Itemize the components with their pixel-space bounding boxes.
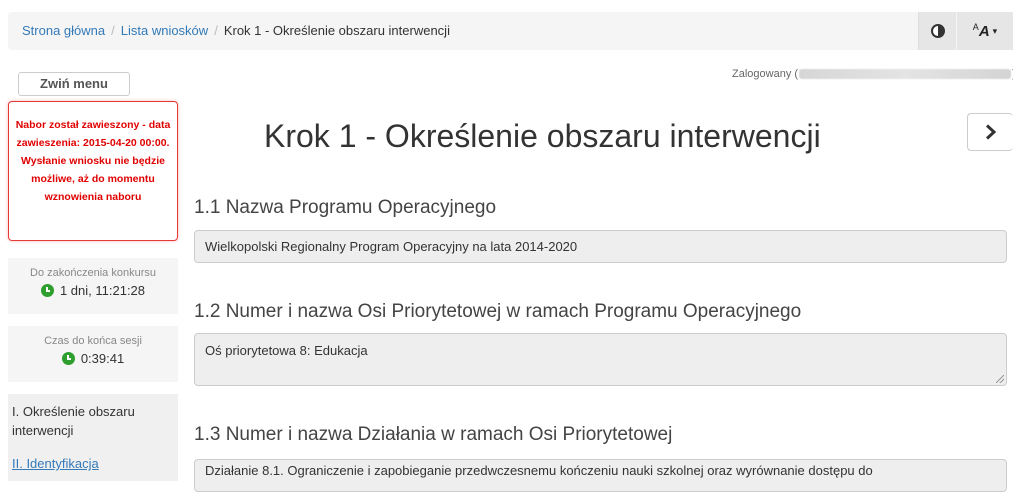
program-name-field: Wielkopolski Regionalny Program Operacyj… [194, 230, 1007, 263]
priority-axis-field: Oś priorytetowa 8: Edukacja [194, 333, 1007, 386]
blurred-email [799, 69, 1012, 80]
section-label-1-2: 1.2 Numer i nazwa Osi Priorytetowej w ra… [194, 301, 802, 322]
top-bar: Strona główna / Lista wniosków / Krok 1 - Ok… [8, 12, 1013, 50]
suspension-alert: Nabor został zawieszony - data zawieszen… [8, 101, 178, 241]
nav-item-step-1[interactable]: I. Określenie obszaru interwencji [8, 394, 178, 448]
breadcrumb-home-link[interactable]: Strona główna [22, 23, 105, 38]
contrast-icon [930, 24, 945, 38]
session-countdown-value: 0:39:41 [80, 351, 125, 366]
nav-item-step-2[interactable]: II. Identyfikacja [8, 448, 178, 481]
contrast-button[interactable] [918, 12, 956, 50]
session-countdown: Czas do końca sesji 0:39:41 [8, 326, 178, 382]
section-label-1-3: 1.3 Numer i nazwa Działania w ramach Osi… [194, 424, 673, 445]
clock-icon [40, 284, 54, 297]
chevron-right-icon [985, 124, 996, 140]
contest-countdown-label: Do zakończenia konkursu [30, 267, 156, 279]
breadcrumb-separator: / [214, 23, 218, 38]
caret-down-icon: ▾ [992, 25, 998, 36]
breadcrumb-separator: / [111, 23, 115, 38]
contest-countdown: Do zakończenia konkursu 1 dni, 11:21:28 [8, 258, 178, 314]
section-label-1-1: 1.1 Nazwa Programu Operacyjnego [194, 197, 497, 218]
next-step-button[interactable] [967, 113, 1013, 151]
priority-axis-value: Oś priorytetowa 8: Edukacja [205, 343, 368, 358]
logged-user: Zalogowany () [732, 68, 1013, 80]
breadcrumb: Strona główna / Lista wniosków / Krok 1 - Ok… [22, 23, 450, 38]
breadcrumb-list-link[interactable]: Lista wniosków [121, 23, 208, 38]
collapse-menu-button[interactable]: Zwiń menu [18, 72, 130, 96]
page-title: Krok 1 - Określenie obszaru interwencji [264, 118, 821, 154]
session-countdown-label: Czas do końca sesji [44, 335, 142, 347]
clock-icon [61, 352, 75, 365]
step-nav: I. Określenie obszaru interwencji II. Id… [8, 394, 178, 481]
font-size-button[interactable]: AA ▾ [957, 12, 1013, 50]
font-size-icon: AA [972, 22, 990, 40]
contest-countdown-value: 1 dni, 11:21:28 [59, 283, 146, 298]
resize-grip-icon[interactable] [996, 375, 1004, 383]
action-field: Działanie 8.1. Ograniczenie i zapobiegan… [194, 459, 1007, 492]
breadcrumb-current: Krok 1 - Określenie obszaru interwencji [223, 23, 450, 38]
logged-prefix: Zalogowany ( [732, 68, 799, 80]
